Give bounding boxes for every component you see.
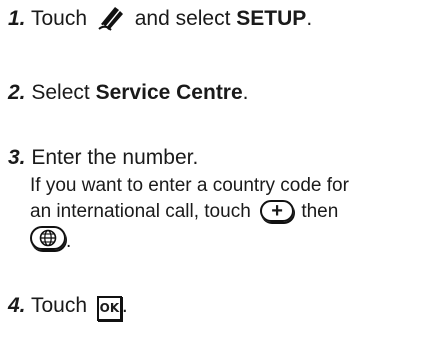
step-period: . — [242, 81, 249, 104]
step-number: 4. — [8, 294, 26, 317]
step-number: 1. — [8, 7, 26, 30]
step-text: Enter the number. — [31, 146, 199, 169]
step-2: 2. Select Service Centre. — [8, 80, 249, 106]
step-text: Touch — [30, 294, 88, 317]
pen-icon — [98, 7, 123, 32]
plus-icon: + — [260, 200, 295, 222]
step-1: 1. Touch and select SETUP. — [8, 6, 312, 32]
step-text: Touch — [30, 7, 88, 30]
step-3-note-line-3: . — [30, 226, 72, 254]
step-number: 2. — [8, 81, 26, 104]
ok-icon: OK — [96, 295, 122, 321]
globe-icon — [30, 226, 66, 250]
step-3-note-line-2: an international call, touch + then — [30, 199, 338, 224]
step-period: . — [121, 294, 128, 317]
note-text: an international call, touch — [30, 201, 251, 222]
step-text: and select — [134, 7, 231, 30]
step-4: 4. Touch OK. — [8, 293, 128, 321]
step-3: 3. Enter the number. — [8, 145, 198, 171]
note-text: then — [301, 201, 339, 222]
step-number: 3. — [8, 146, 26, 169]
step-text: Select — [31, 81, 90, 104]
step-3-note-line-1: If you want to enter a country code for — [30, 175, 349, 196]
step-period: . — [306, 7, 313, 30]
step-keyword: SETUP — [236, 7, 307, 30]
step-keyword: Service Centre — [95, 81, 243, 104]
note-period: . — [66, 231, 72, 252]
